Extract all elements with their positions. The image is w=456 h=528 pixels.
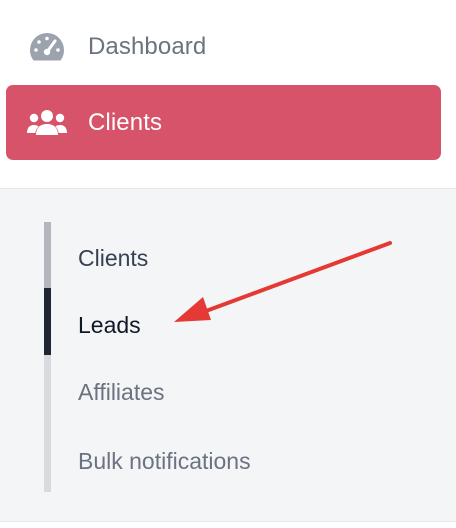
submenu-item-bulk-notifications[interactable]: Bulk notifications (78, 447, 251, 475)
dashboard-gauge-icon (26, 26, 68, 68)
sidebar-item-dashboard[interactable]: Dashboard (6, 20, 441, 74)
sidebar-item-label: Dashboard (88, 33, 207, 60)
users-group-icon (26, 102, 68, 144)
clients-submenu: Clients Leads Affiliates Bulk notificati… (0, 188, 456, 522)
sidebar-item-label: Clients (88, 108, 163, 136)
submenu-item-clients[interactable]: Clients (78, 244, 148, 272)
submenu-active-indicator (44, 288, 51, 355)
submenu-item-leads[interactable]: Leads (78, 311, 141, 339)
sidebar-item-clients[interactable]: Clients (6, 85, 441, 160)
submenu-item-affiliates[interactable]: Affiliates (78, 378, 165, 406)
submenu-hover-indicator (44, 222, 51, 288)
